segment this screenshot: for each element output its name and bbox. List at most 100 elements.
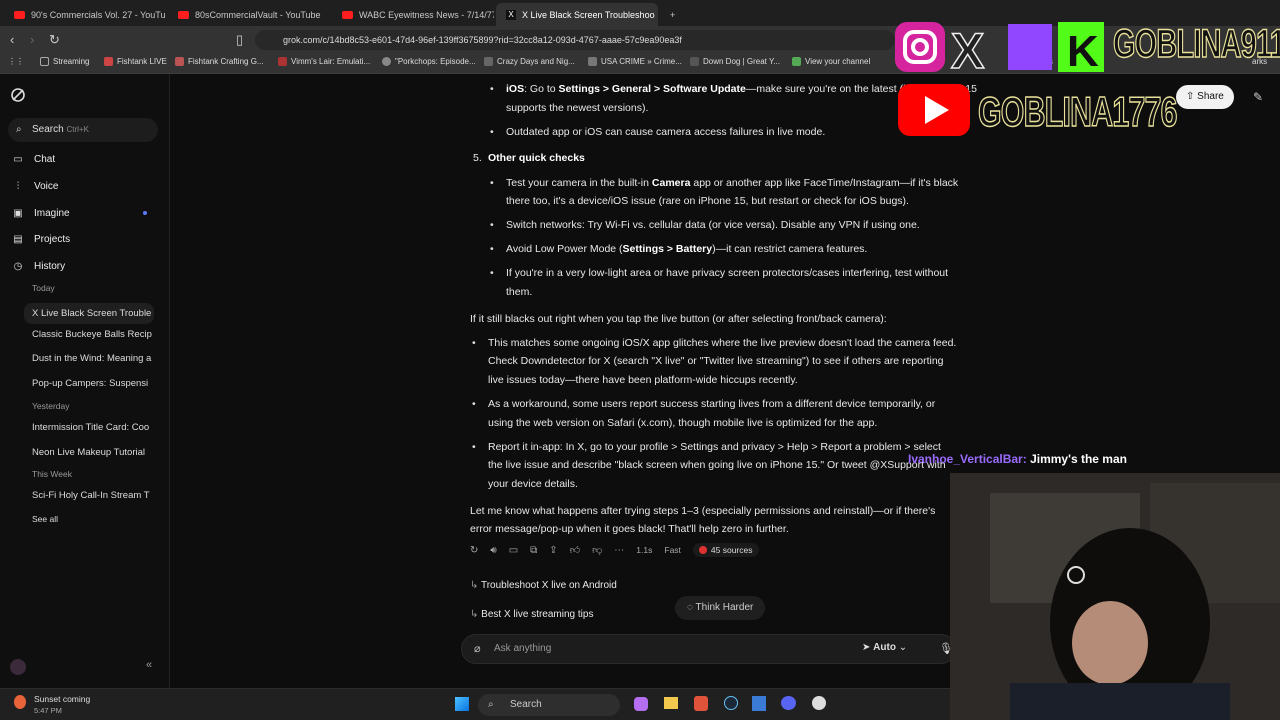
search-icon: ⌕ — [16, 124, 22, 135]
new-tab-button[interactable]: + — [660, 3, 682, 26]
copilot-icon[interactable] — [634, 697, 648, 711]
bookmark-item[interactable]: Vimm's Lair: Emulati... — [278, 57, 370, 66]
nav-voice[interactable]: ⫶ Voice — [12, 181, 59, 192]
weather-title: Sunset coming — [34, 694, 91, 704]
browser-tab[interactable]: WABC Eyewitness News - 7/14/77 - Y — [332, 3, 494, 26]
history-item[interactable]: Dust in the Wind: Meaning a — [32, 353, 152, 364]
followup-suggestion[interactable]: Best X live streaming tips — [470, 609, 593, 620]
comment-icon[interactable]: ▭ — [509, 545, 518, 556]
attach-icon[interactable]: ⌀ — [474, 642, 481, 655]
thumbs-down-icon[interactable]: 👎︎ — [592, 544, 602, 556]
history-item[interactable]: Pop-up Campers: Suspensi — [32, 378, 152, 389]
read-aloud-icon[interactable]: 🔊︎ — [490, 545, 496, 556]
bookmark-item[interactable]: Fishtank LIVE — [104, 57, 167, 66]
folder-icon — [40, 57, 49, 66]
copy-icon[interactable]: ⧉ — [530, 545, 537, 556]
reload-icon[interactable]: ↻ — [49, 32, 60, 48]
bookmark-label: Streaming — [53, 57, 90, 66]
forward-icon[interactable]: › — [30, 32, 34, 47]
taskbar: Sunset coming 5:47 PM ⌕ Search — [0, 688, 950, 720]
url-field[interactable]: grok.com/c/14bd8c53-e601-47d4-96ef-139ff… — [255, 30, 895, 50]
bookmark-label: Fishtank LIVE — [117, 57, 167, 66]
bookmark-icon[interactable]: ▯ — [236, 32, 243, 48]
paragraph-line: Check Downdetector for X (search "X live… — [488, 355, 944, 367]
bookmark-item[interactable]: Fishtank Crafting G... — [175, 57, 264, 66]
youtube-icon — [14, 10, 25, 19]
history-item[interactable]: Classic Buckeye Balls Recip — [32, 329, 152, 340]
collapse-sidebar-icon[interactable]: « — [146, 659, 152, 671]
notification-dot — [143, 211, 147, 215]
workaround-bullet: As a workaround, some users report succe… — [472, 395, 935, 414]
ask-placeholder: Ask anything — [494, 643, 552, 654]
search-shortcut: Ctrl+K — [66, 125, 89, 134]
avatar[interactable] — [10, 659, 26, 675]
think-harder-button[interactable]: ◌ Think Harder — [675, 596, 766, 620]
x-icon: X — [506, 9, 516, 20]
nav-imagine[interactable]: ▣ Imagine — [12, 208, 69, 219]
discord-icon[interactable] — [781, 696, 796, 710]
notepad-icon[interactable] — [752, 696, 766, 711]
paragraph-line: using the web version on Safari (x.com),… — [488, 417, 878, 429]
report-bullet: Report it in-app: In X, go to your profi… — [472, 438, 941, 457]
bookmark-label: "Porkchops: Episode... — [395, 57, 476, 66]
bookmark-item[interactable]: USA CRIME » Crime... — [588, 57, 682, 66]
history-item[interactable]: Intermission Title Card: Coo — [32, 422, 152, 433]
see-all-link[interactable]: See all — [32, 514, 152, 524]
apps-icon[interactable]: ⋮⋮ — [8, 57, 24, 66]
nav-projects[interactable]: ▤ Projects — [12, 234, 70, 245]
text: : Go to — [524, 83, 559, 95]
test-camera-bullet: Test your camera in the built-in Camera … — [490, 174, 958, 193]
stream-chat-message: Ivanhoe_VerticalBar: Jimmy's the man — [908, 452, 1127, 466]
section-this-week: This Week — [32, 469, 72, 479]
brave-browser-icon[interactable] — [694, 696, 708, 711]
history-item[interactable]: Sci-Fi Holy Call-In Stream T — [32, 490, 152, 501]
history-item-selected[interactable]: X Live Black Screen Trouble — [24, 303, 154, 324]
ask-input[interactable]: ⌀ Ask anything ➤ Auto ⌄ 🎙︎ — [461, 634, 956, 664]
svg-text:X: X — [951, 23, 984, 79]
taskbar-search[interactable]: ⌕ Search — [478, 694, 620, 716]
more-icon[interactable]: ⋯ — [614, 545, 624, 556]
windows-start-icon[interactable] — [455, 697, 469, 711]
paragraph-line: your device details. — [488, 478, 578, 490]
bookmark-item[interactable]: "Porkchops: Episode... — [382, 57, 476, 66]
think-harder-label: Think Harder — [695, 602, 754, 613]
browser-tab[interactable]: 90's Commercials Vol. 27 - YouTube — [4, 3, 166, 26]
youtube-icon — [342, 10, 353, 19]
step-number: 5. — [473, 152, 482, 164]
nav-label: History — [34, 261, 66, 272]
bookmark-item[interactable]: Crazy Days and Nig... — [484, 57, 575, 66]
tab-title: WABC Eyewitness News - 7/14/77 - Y — [359, 9, 494, 20]
back-icon[interactable]: ‹ — [10, 32, 14, 47]
browser-tab[interactable]: 80sCommercialVault - YouTube — [168, 3, 330, 26]
steam-icon[interactable] — [724, 696, 738, 710]
url-text: grok.com/c/14bd8c53-e601-47d4-96ef-139ff… — [283, 35, 682, 45]
grok-logo-icon[interactable] — [10, 87, 26, 103]
bookmark-label: Fishtank Crafting G... — [188, 57, 264, 66]
file-explorer-icon[interactable] — [664, 697, 678, 709]
obs-icon[interactable] — [812, 696, 826, 710]
followup-suggestion[interactable]: Troubleshoot X live on Android — [470, 580, 617, 591]
nav-history[interactable]: ◷ History — [12, 261, 66, 272]
stream-logo-overlay: X K GOBLINA911 GOBLINA1776 — [893, 18, 1280, 143]
section-today: Today — [32, 283, 55, 293]
history-item[interactable]: Neon Live Makeup Tutorial — [32, 447, 152, 458]
thumbs-up-icon[interactable]: 👍︎ — [570, 544, 580, 556]
weather-icon[interactable] — [14, 695, 26, 709]
sources-button[interactable]: 45 sources — [692, 543, 759, 557]
chat-text: Jimmy's the man — [1030, 452, 1127, 466]
bookmark-folder[interactable]: Streaming — [40, 57, 89, 66]
bookmark-label: Vimm's Lair: Emulati... — [291, 57, 371, 66]
model-selector[interactable]: ➤ Auto ⌄ — [862, 642, 907, 653]
voice-icon: ⫶ — [16, 181, 20, 192]
browser-tab-active[interactable]: XX Live Black Screen Troubleshoo✕ — [496, 3, 658, 26]
share-icon[interactable]: ⇪ — [549, 545, 557, 556]
nav-chat[interactable]: ▭ Chat — [12, 154, 55, 165]
search-input[interactable]: ⌕ Search Ctrl+K — [8, 118, 158, 142]
bookmark-item[interactable]: Down Dog | Great Y... — [690, 57, 780, 66]
bookmark-item[interactable]: View your channel — [792, 57, 870, 66]
regenerate-icon[interactable]: ↻ — [470, 545, 478, 556]
model-label: Auto — [873, 642, 896, 653]
closing-paragraph: Let me know what happens after trying st… — [470, 505, 936, 517]
chat-icon: ▭ — [13, 154, 23, 165]
paragraph-line: there too, it's a device/iOS issue (rare… — [506, 195, 909, 207]
